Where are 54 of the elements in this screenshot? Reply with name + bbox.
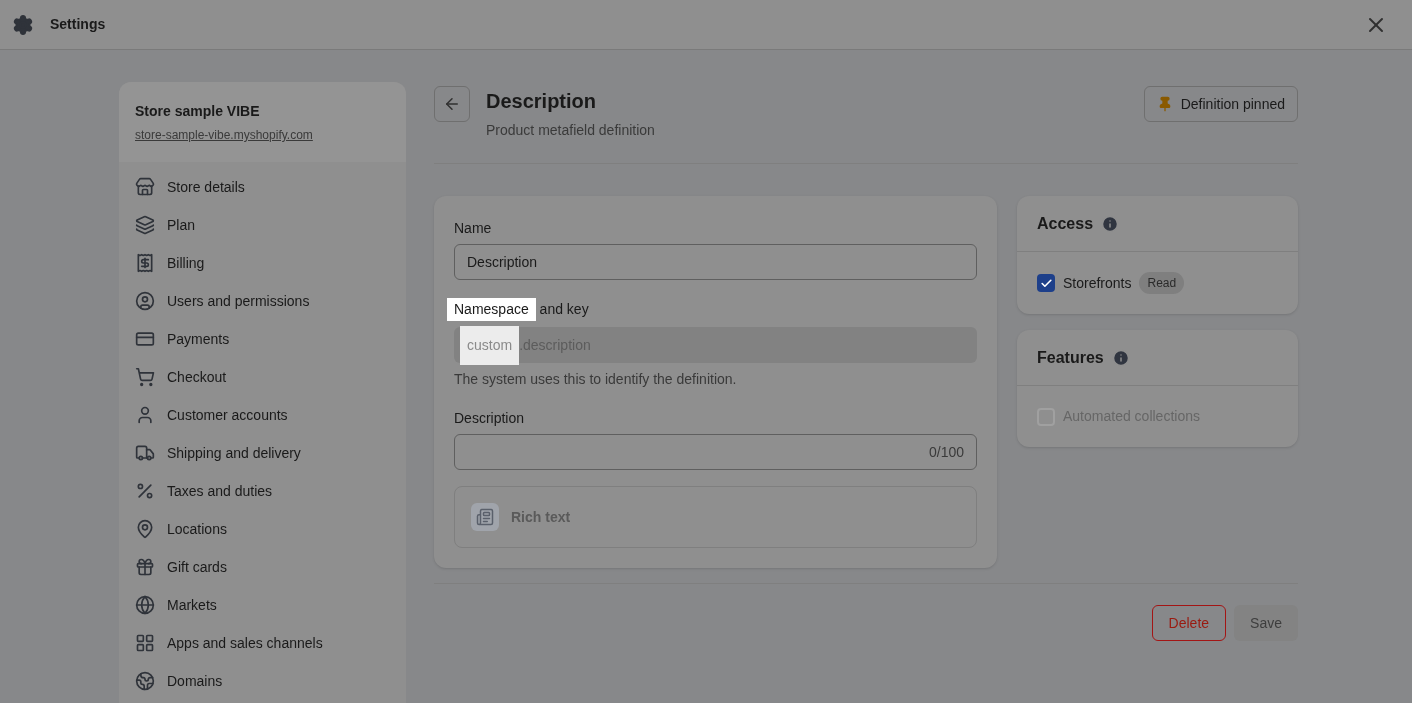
pin-button[interactable]: Definition pinned: [1143, 86, 1298, 122]
stacked-blocks-icon: [135, 215, 155, 235]
sidebar-item[interactable]: Billing: [119, 244, 406, 282]
document-icon: [471, 503, 499, 531]
credit-card-icon: [135, 329, 155, 349]
info-icon[interactable]: [1111, 348, 1130, 367]
value-text: custom: [460, 325, 520, 365]
checkbox[interactable]: [1037, 274, 1055, 292]
cart-icon: [135, 367, 155, 387]
card-title: Access: [1037, 213, 1094, 234]
store-name: Store sample VIBE: [135, 102, 261, 121]
info-icon[interactable]: [1101, 214, 1120, 233]
sidebar-item[interactable]: Users and permissions: [119, 282, 406, 320]
sidebar-item[interactable]: Payments: [119, 320, 406, 358]
input-field[interactable]: 0/100: [454, 434, 977, 470]
checkbox-label: Storefronts: [1063, 273, 1132, 293]
sidebar-item[interactable]: Locations: [119, 510, 406, 548]
store-icon: [135, 177, 155, 197]
read-badge: Read: [1139, 272, 1185, 294]
back-button[interactable]: [434, 86, 470, 122]
sidebar-item[interactable]: Store details: [119, 168, 406, 206]
character-counter: 0/100: [928, 442, 964, 462]
help-text: The system uses this to identify the definition.: [454, 370, 738, 389]
store-domain-link[interactable]: store-sample-vibe.myshopify.com: [135, 128, 313, 142]
sidebar-item[interactable]: Shipping and delivery: [119, 434, 406, 472]
field-label: Description: [454, 409, 526, 428]
sidebar-item[interactable]: Gift cards: [119, 548, 406, 586]
window-title: Settings: [50, 15, 106, 34]
globe-icon: [135, 595, 155, 615]
settings-icon: [12, 13, 34, 36]
gift-icon: [135, 557, 155, 577]
label-text: and key: [538, 300, 589, 319]
globe-icon: [135, 671, 155, 691]
sidebar-item[interactable]: Customer accounts: [119, 396, 406, 434]
page-subtitle: Product metafield definition: [486, 121, 655, 140]
person-icon: [135, 405, 155, 425]
sidebar-item[interactable]: Apps and sales channels: [119, 624, 406, 662]
map-pin-icon: [135, 519, 155, 539]
sidebar-item[interactable]: Markets: [119, 586, 406, 624]
sidebar-item[interactable]: Plan: [119, 206, 406, 244]
page-title: Description: [486, 89, 598, 114]
sidebar-item[interactable]: Checkout: [119, 358, 406, 396]
apps-grid-icon: [135, 633, 155, 653]
check-icon: [1039, 276, 1053, 290]
card-title: Features: [1037, 347, 1104, 368]
sidebar-item[interactable]: Domains: [119, 662, 406, 700]
receipt-icon: [135, 253, 155, 273]
label-text: Namespace: [447, 298, 536, 321]
name-field[interactable]: Description: [454, 244, 977, 280]
user-circle-icon: [135, 291, 155, 311]
truck-icon: [135, 443, 155, 463]
sidebar-item[interactable]: Taxes and duties: [119, 472, 406, 510]
percent-icon: [135, 481, 155, 501]
field-label: Name: [454, 219, 493, 238]
